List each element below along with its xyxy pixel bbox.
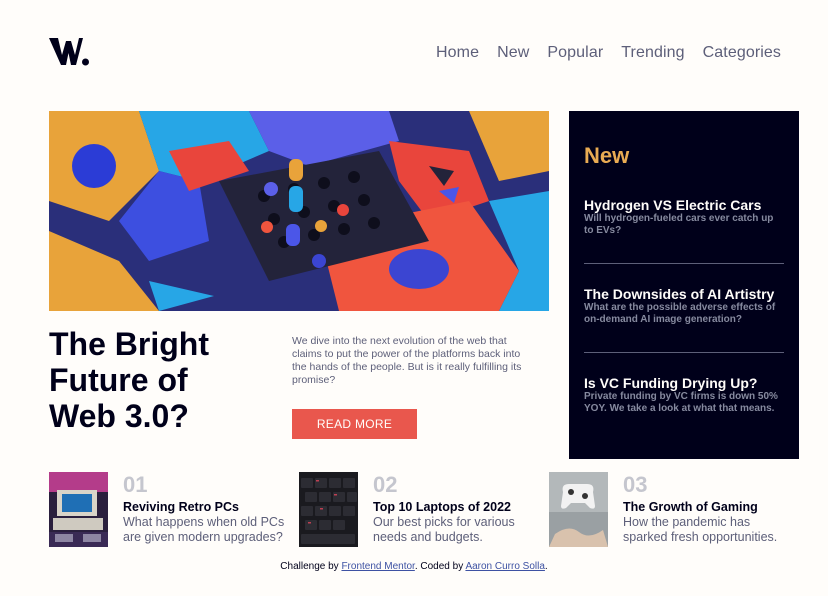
- article-card[interactable]: 03 The Growth of Gaming How the pandemic…: [549, 472, 799, 547]
- nav-home[interactable]: Home: [436, 44, 479, 62]
- card-number: 01: [123, 472, 148, 497]
- new-item[interactable]: The Downsides of AI Artistry What are th…: [584, 263, 784, 352]
- read-more-button[interactable]: READ MORE: [292, 409, 417, 439]
- new-panel: New Hydrogen VS Electric Cars Will hydro…: [569, 111, 799, 459]
- frontend-mentor-link[interactable]: Frontend Mentor: [341, 561, 414, 572]
- footer-suffix: .: [544, 561, 548, 572]
- hero-intro: We dive into the next evolution of the w…: [292, 335, 522, 386]
- hero-headline: The Bright Future of Web 3.0?: [49, 326, 269, 434]
- card-thumbnail-laptop-keyboard: [299, 472, 358, 547]
- hero-image: [49, 111, 549, 311]
- nav-new[interactable]: New: [497, 44, 529, 62]
- new-item-desc: Will hydrogen-fueled cars ever catch up …: [584, 213, 774, 236]
- headline-line-2: Future of: [49, 362, 188, 398]
- headline-line-3: Web 3.0?: [49, 398, 189, 434]
- card-desc: How the pandemic has sparked fresh oppor…: [623, 515, 778, 544]
- headline-line-1: The Bright: [49, 326, 209, 362]
- new-item-title[interactable]: Is VC Funding Drying Up?: [584, 375, 784, 391]
- card-thumbnail-retro-pc: [49, 472, 108, 547]
- article-card[interactable]: 01 Reviving Retro PCs What happens when …: [49, 472, 299, 547]
- card-desc: What happens when old PCs are given mode…: [123, 515, 285, 544]
- nav-trending[interactable]: Trending: [621, 44, 684, 62]
- new-item-title[interactable]: The Downsides of AI Artistry: [584, 286, 784, 302]
- new-panel-title: New: [584, 143, 630, 168]
- footer-prefix: Challenge by: [280, 561, 339, 572]
- new-item[interactable]: Is VC Funding Drying Up? Private funding…: [584, 352, 784, 441]
- card-number: 03: [623, 472, 648, 497]
- article-cards: 01 Reviving Retro PCs What happens when …: [49, 472, 799, 547]
- new-item-title[interactable]: Hydrogen VS Electric Cars: [584, 197, 784, 213]
- card-title[interactable]: Reviving Retro PCs: [123, 500, 293, 515]
- nav-popular[interactable]: Popular: [547, 44, 603, 62]
- card-thumbnail-gamepad: [549, 472, 608, 547]
- main-nav: Home New Popular Trending Categories: [436, 44, 781, 62]
- author-link[interactable]: Aaron Curro Solla: [465, 561, 544, 572]
- new-item-desc: What are the possible adverse effects of…: [584, 302, 776, 325]
- article-card[interactable]: 02 Top 10 Laptops of 2022 Our best picks…: [299, 472, 549, 547]
- logo[interactable]: [49, 38, 89, 66]
- footer-attribution: Challenge by Frontend Mentor. Coded by A…: [0, 561, 828, 572]
- nav-categories[interactable]: Categories: [703, 44, 781, 62]
- logo-w-icon: [49, 38, 89, 66]
- card-number: 02: [373, 472, 398, 497]
- footer-middle: . Coded by: [414, 561, 464, 572]
- card-title[interactable]: Top 10 Laptops of 2022: [373, 500, 543, 515]
- new-item[interactable]: Hydrogen VS Electric Cars Will hydrogen-…: [584, 197, 784, 263]
- card-title[interactable]: The Growth of Gaming: [623, 500, 793, 515]
- card-desc: Our best picks for various needs and bud…: [373, 515, 515, 544]
- new-item-desc: Private funding by VC firms is down 50% …: [584, 391, 778, 414]
